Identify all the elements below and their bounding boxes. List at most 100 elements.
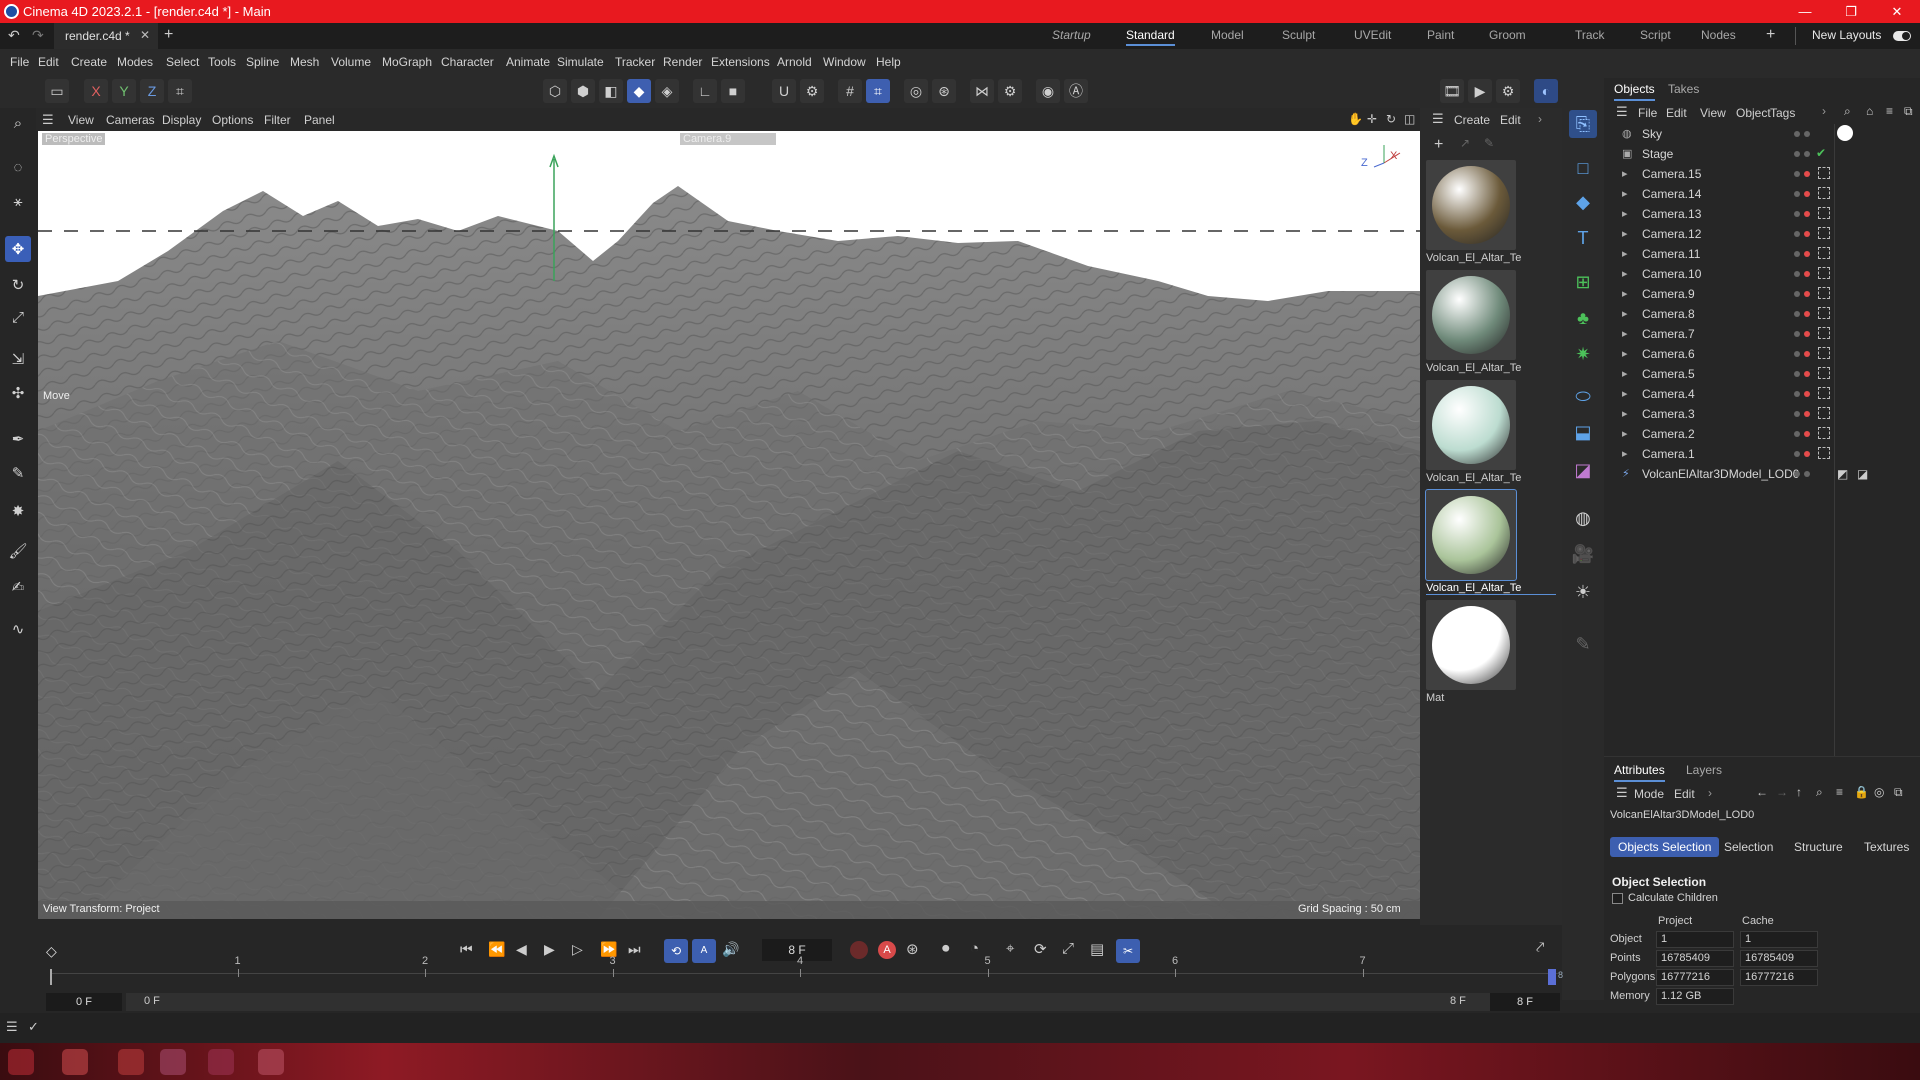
new-window-icon[interactable]: ⧉ (1904, 104, 1913, 119)
viewport-layout-icon[interactable]: ▭ (45, 79, 69, 103)
field-icon[interactable]: ◪ (1569, 456, 1597, 484)
editor-visibility-dot[interactable] (1794, 151, 1800, 157)
menu-help[interactable]: Help (876, 55, 901, 69)
goto-start-icon[interactable]: ⏮ (460, 941, 473, 958)
rotate-tool-icon[interactable]: ↻ (5, 272, 31, 298)
editor-visibility-dot[interactable] (1794, 191, 1800, 197)
preview-range-icon[interactable]: A (692, 939, 716, 963)
light-icon[interactable]: ☀ (1569, 578, 1597, 606)
menu-mesh[interactable]: Mesh (290, 55, 319, 69)
playhead-start[interactable] (50, 969, 52, 985)
editor-visibility-dot[interactable] (1794, 451, 1800, 457)
menu-mograph[interactable]: MoGraph (382, 55, 432, 69)
render-visibility-dot[interactable] (1804, 471, 1810, 477)
editor-visibility-dot[interactable] (1794, 171, 1800, 177)
search-icon[interactable]: ⌕ (1844, 104, 1851, 119)
redshift-icon[interactable]: ◐ (1534, 79, 1558, 103)
filter-icon[interactable]: ≡ (1886, 104, 1893, 118)
objects-menu-tags[interactable]: Tags (1770, 106, 1795, 120)
spline-smooth-icon[interactable]: ∿ (5, 616, 31, 642)
target-icon[interactable]: ◎ (1874, 785, 1884, 799)
render-visibility-dot[interactable] (1804, 331, 1810, 337)
material-thumbnail[interactable] (1425, 489, 1517, 581)
scale-key-icon[interactable]: ⤢ (1062, 940, 1074, 957)
edit-render-settings-icon[interactable]: ⚙ (1496, 79, 1520, 103)
camera-target-tag-icon[interactable] (1818, 387, 1830, 399)
layout-tab-groom[interactable]: Groom (1489, 28, 1526, 42)
environment-icon[interactable]: ◍ (1569, 504, 1597, 532)
start-frame-field[interactable]: 0 F (46, 993, 122, 1011)
attr-menu-edit[interactable]: Edit (1674, 787, 1695, 801)
render-to-picture-viewer-icon[interactable]: ▶ (1468, 79, 1492, 103)
pan-icon[interactable]: ✋ (1348, 112, 1363, 126)
render-visibility-dot[interactable] (1804, 351, 1810, 357)
taskbar-app-icon[interactable] (118, 1049, 144, 1075)
record-icon[interactable] (850, 941, 868, 959)
layout-tab-uvedit[interactable]: UVEdit (1354, 28, 1391, 42)
autokey-icon[interactable]: A (878, 941, 896, 959)
tab-takes[interactable]: Takes (1668, 82, 1699, 96)
render-view-icon[interactable]: 🎞 (1440, 79, 1464, 103)
new-window-icon[interactable]: ⧉ (1894, 785, 1903, 800)
editor-visibility-dot[interactable] (1794, 291, 1800, 297)
prev-key-icon[interactable]: ⏪ (488, 941, 505, 958)
viewport-menu-display[interactable]: Display (162, 113, 201, 127)
paint-brush-icon[interactable]: ✎ (1569, 630, 1597, 658)
position-key-icon[interactable]: ⌖ (1006, 940, 1014, 957)
layout-tab-track[interactable]: Track (1575, 28, 1605, 42)
editor-visibility-dot[interactable] (1794, 311, 1800, 317)
placement-tool-icon[interactable]: ✣ (5, 380, 31, 406)
menu-volume[interactable]: Volume (331, 55, 371, 69)
render-visibility-dot[interactable] (1804, 291, 1810, 297)
attributes-hamburger-icon[interactable]: ☰ (1616, 785, 1628, 801)
render-visibility-dot[interactable] (1804, 271, 1810, 277)
menu-tracker[interactable]: Tracker (615, 55, 655, 69)
chevron-right-icon[interactable]: › (1538, 112, 1542, 126)
next-frame-icon[interactable]: ▷ (572, 941, 583, 958)
menu-spline[interactable]: Spline (246, 55, 279, 69)
motion-record-icon[interactable]: ⏺ (942, 940, 950, 957)
tab-objects[interactable]: Objects (1614, 82, 1655, 101)
calculate-children-checkbox[interactable] (1612, 893, 1623, 904)
text-spline-icon[interactable]: T (1569, 224, 1597, 252)
maximize-viewport-icon[interactable]: ◫ (1404, 112, 1415, 126)
render-visibility-dot[interactable] (1804, 131, 1810, 137)
menu-modes[interactable]: Modes (117, 55, 153, 69)
lock-icon[interactable]: 🔒 (1854, 785, 1869, 799)
menu-tools[interactable]: Tools (208, 55, 236, 69)
render-visibility-dot[interactable] (1804, 251, 1810, 257)
material-menu-create[interactable]: Create (1454, 113, 1490, 127)
search-icon[interactable]: ⌕ (5, 110, 31, 136)
viewport-menu-options[interactable]: Options (212, 113, 253, 127)
subdivision-icon[interactable]: ⬭ (1569, 382, 1597, 410)
menu-extensions[interactable]: Extensions (711, 55, 770, 69)
uv-mode-icon[interactable]: ◈ (655, 79, 679, 103)
render-visibility-dot[interactable] (1804, 411, 1810, 417)
menu-window[interactable]: Window (823, 55, 866, 69)
viewport-menu-view[interactable]: View (68, 113, 94, 127)
objects-menu-edit[interactable]: Edit (1666, 106, 1687, 120)
editor-visibility-dot[interactable] (1794, 131, 1800, 137)
fcurve-icon[interactable]: ⤤ (1536, 939, 1544, 956)
snap-settings-icon[interactable]: ⚙ (800, 79, 824, 103)
render-visibility-dot[interactable] (1804, 171, 1810, 177)
camera-target-tag-icon[interactable] (1818, 187, 1830, 199)
auto-icon[interactable]: Ⓐ (1064, 79, 1088, 103)
spline-sketch-icon[interactable]: ✎ (5, 460, 31, 486)
null-object-icon[interactable]: ⬓ (1569, 418, 1597, 446)
layout-tab-paint[interactable]: Paint (1427, 28, 1454, 42)
camera-icon[interactable]: 🎥 (1569, 540, 1597, 568)
selection-tool-icon[interactable]: ⚹ (5, 188, 31, 214)
material-thumbnail[interactable] (1426, 600, 1516, 690)
sound-icon[interactable]: 🔊 (722, 941, 739, 958)
close-icon[interactable]: ✕ (1874, 0, 1920, 23)
tab-attributes[interactable]: Attributes (1614, 763, 1665, 782)
new-layouts-label[interactable]: New Layouts (1812, 28, 1881, 42)
workplane-grid-icon[interactable]: # (838, 79, 862, 103)
paint-icon[interactable]: ✍ (5, 574, 31, 600)
play-icon[interactable]: ▶ (544, 941, 555, 958)
material-hamburger-icon[interactable]: ☰ (1432, 111, 1444, 127)
render-visibility-dot[interactable] (1804, 451, 1810, 457)
points-mode-icon[interactable]: ⬡ (543, 79, 567, 103)
primitive-shapes-icon[interactable]: ✸ (5, 498, 31, 524)
